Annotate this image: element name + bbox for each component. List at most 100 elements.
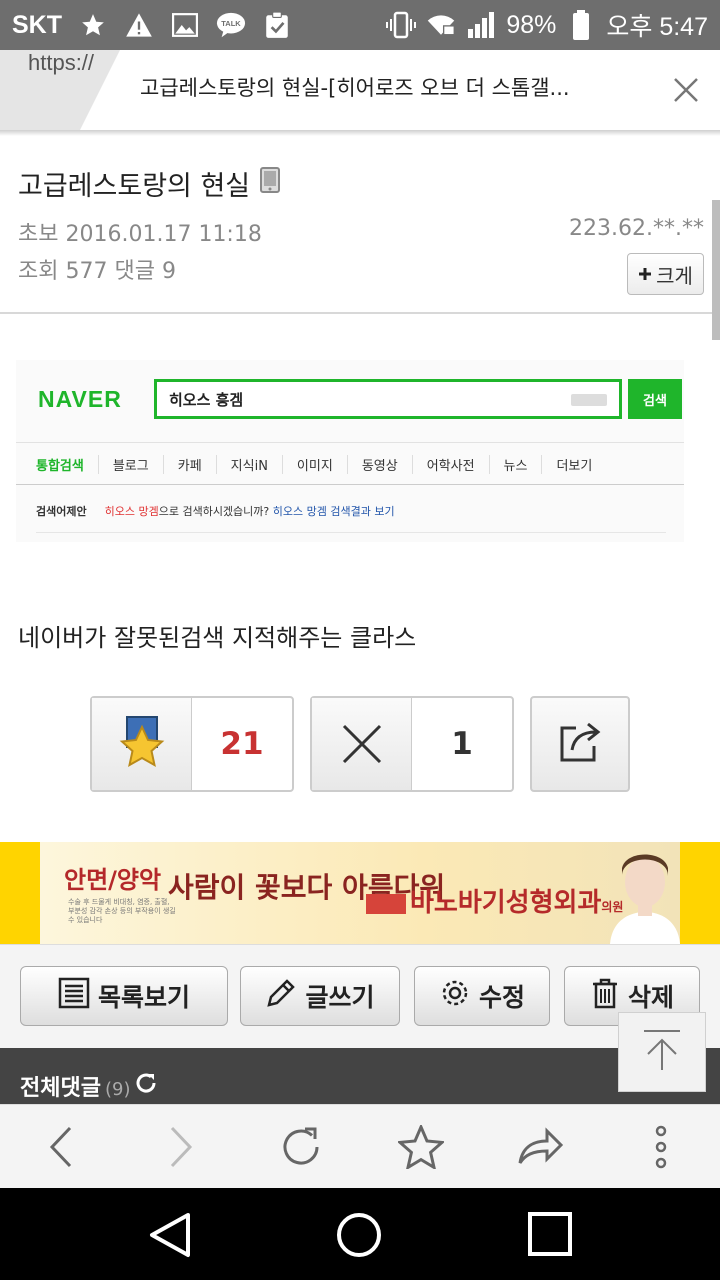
- post-body-text: 네이버가 잘못된검색 지적해주는 클라스: [18, 624, 417, 652]
- naver-search-box: 히오스 흥겜: [154, 379, 622, 419]
- naver-tabs: 통합검색 블로그 카페 지식iN 이미지 동영상 어학사전 뉴스 더보기: [34, 455, 606, 474]
- nav-recents-icon[interactable]: [526, 1210, 576, 1260]
- ad-clinic-name: 바노바기성형외과: [410, 888, 602, 918]
- post-date: 2016.01.17 11:18: [65, 222, 262, 247]
- keyboard-icon: [571, 394, 607, 406]
- active-tab-title[interactable]: 고급레스토랑의 현실-[히어로즈 오브 더 스톰갤...: [140, 72, 620, 102]
- bookmark-star-icon[interactable]: [396, 1122, 446, 1172]
- clinic-logo: [366, 893, 406, 914]
- browser-toolbar: [0, 1104, 720, 1188]
- header-divider: [0, 312, 720, 314]
- views-count: 577: [65, 259, 108, 284]
- list-label: 목록보기: [97, 983, 190, 1012]
- pencil-icon: [265, 977, 297, 1015]
- naver-tab: 이미지: [283, 455, 348, 474]
- back-icon[interactable]: [36, 1122, 86, 1172]
- edit-label: 수정: [478, 983, 525, 1012]
- star-icon: [78, 10, 108, 40]
- list-button[interactable]: 목록보기: [20, 966, 228, 1026]
- tab-bar-shadow: [0, 130, 720, 136]
- mobile-post-icon: [260, 167, 281, 200]
- write-label: 글쓰기: [305, 983, 375, 1012]
- share-icon: [556, 718, 604, 770]
- naver-tab: 블로그: [99, 455, 164, 474]
- gear-icon: [439, 977, 471, 1015]
- naver-search-button: 검색: [628, 379, 682, 419]
- post-stats: 조회 577 댓글 9: [18, 253, 176, 285]
- more-menu-icon[interactable]: [636, 1122, 686, 1172]
- ad-headline: 안면/양악: [64, 866, 162, 894]
- suggest-link: 히오스 망겜 검색결과 보기: [272, 505, 395, 518]
- clipboard-check-icon: [262, 10, 292, 40]
- delete-label: 삭제: [627, 983, 674, 1012]
- naver-divider: [16, 484, 684, 485]
- close-tab-icon[interactable]: [666, 70, 706, 110]
- naver-divider: [36, 532, 666, 533]
- kakaotalk-icon: TALK: [216, 10, 246, 40]
- trash-icon: [590, 977, 620, 1015]
- recommend-button[interactable]: 21: [90, 696, 294, 792]
- naver-logo: NAVER: [38, 386, 122, 412]
- image-icon: [170, 10, 200, 40]
- background-tab-url[interactable]: https://: [28, 50, 94, 76]
- nav-back-icon[interactable]: [146, 1210, 196, 1260]
- comments-title-text: 전체댓글: [20, 1076, 101, 1101]
- ad-banner[interactable]: 안면/양악 수술 후 드물게 비대칭, 염증, 출혈, 부분성 감각 손상 등의…: [0, 842, 720, 944]
- naver-tab: 지식iN: [217, 455, 283, 474]
- post-author[interactable]: 초보: [18, 222, 58, 247]
- signal-icon: [466, 10, 496, 40]
- edit-button[interactable]: 수정: [414, 966, 550, 1026]
- comments-label: 댓글: [114, 259, 155, 284]
- forward-icon[interactable]: [156, 1122, 206, 1172]
- battery-icon: [566, 10, 596, 40]
- naver-tab: 동영상: [348, 455, 413, 474]
- wifi-icon: [426, 10, 456, 40]
- reload-icon[interactable]: [276, 1122, 326, 1172]
- ad-image[interactable]: 안면/양악 수술 후 드물게 비대칭, 염증, 출혈, 부분성 감각 손상 등의…: [40, 842, 680, 944]
- recommend-count: 21: [220, 726, 264, 762]
- post-title: 고급레스토랑의 현실: [18, 164, 281, 203]
- naver-search-screenshot: NAVER 히오스 흥겜 검색 통합검색 블로그 카페 지식iN 이미지 동영상…: [16, 360, 684, 542]
- clock: 오후 5:47: [606, 13, 708, 41]
- list-icon: [58, 977, 90, 1015]
- refresh-icon[interactable]: [134, 1071, 158, 1101]
- comments-count: 9: [161, 259, 176, 284]
- share-button[interactable]: [530, 696, 630, 792]
- browser-tab-bar: https:// 고급레스토랑의 현실-[히어로즈 오브 더 스톰갤...: [0, 50, 720, 130]
- naver-tab: 뉴스: [490, 455, 543, 474]
- svg-text:TALK: TALK: [221, 19, 241, 28]
- status-bar: SKT TALK 98% 오후 5:47: [0, 0, 720, 50]
- naver-tab: 카페: [164, 455, 217, 474]
- naver-tab: 통합검색: [34, 455, 99, 474]
- ad-clinic: 바노바기성형외과의원: [366, 882, 623, 919]
- oppose-button[interactable]: 1: [310, 696, 514, 792]
- suggest-middle: 으로 검색하시겠습니까?: [158, 505, 270, 518]
- write-button[interactable]: 글쓰기: [240, 966, 400, 1026]
- naver-divider: [16, 442, 684, 443]
- suggest-label: 검색어제안: [36, 505, 87, 518]
- comments-title: 전체댓글 (9): [20, 1070, 158, 1102]
- post-title-text: 고급레스토랑의 현실: [18, 171, 251, 202]
- suggest-term: 히오스 망겜: [104, 505, 159, 518]
- plus-icon: [638, 262, 652, 286]
- naver-tab: 어학사전: [413, 455, 490, 474]
- star-icon: [92, 698, 192, 790]
- bigger-text-button[interactable]: 크게: [627, 253, 704, 295]
- naver-tab: 더보기: [556, 459, 593, 474]
- warning-icon: [124, 10, 154, 40]
- post-author-date: 초보 2016.01.17 11:18: [18, 216, 262, 248]
- comments-title-count: (9): [104, 1079, 131, 1100]
- page-scrollbar[interactable]: [712, 200, 720, 340]
- scroll-to-top-button[interactable]: [618, 1012, 706, 1092]
- bigger-text-label: 크게: [656, 263, 693, 288]
- arrow-up-icon: [642, 1028, 682, 1076]
- nav-home-icon[interactable]: [334, 1210, 384, 1260]
- carrier-label: SKT: [12, 10, 62, 39]
- battery-percent: 98%: [506, 10, 557, 39]
- naver-suggestion: 검색어제안 히오스 망겜으로 검색하시겠습니까? 히오스 망겜 검색결과 보기: [36, 503, 395, 519]
- naver-query: 히오스 흥겜: [169, 391, 244, 409]
- views-label: 조회: [18, 259, 59, 284]
- model-portrait: [600, 846, 680, 944]
- share-arrow-icon[interactable]: [516, 1122, 566, 1172]
- oppose-count: 1: [451, 726, 473, 762]
